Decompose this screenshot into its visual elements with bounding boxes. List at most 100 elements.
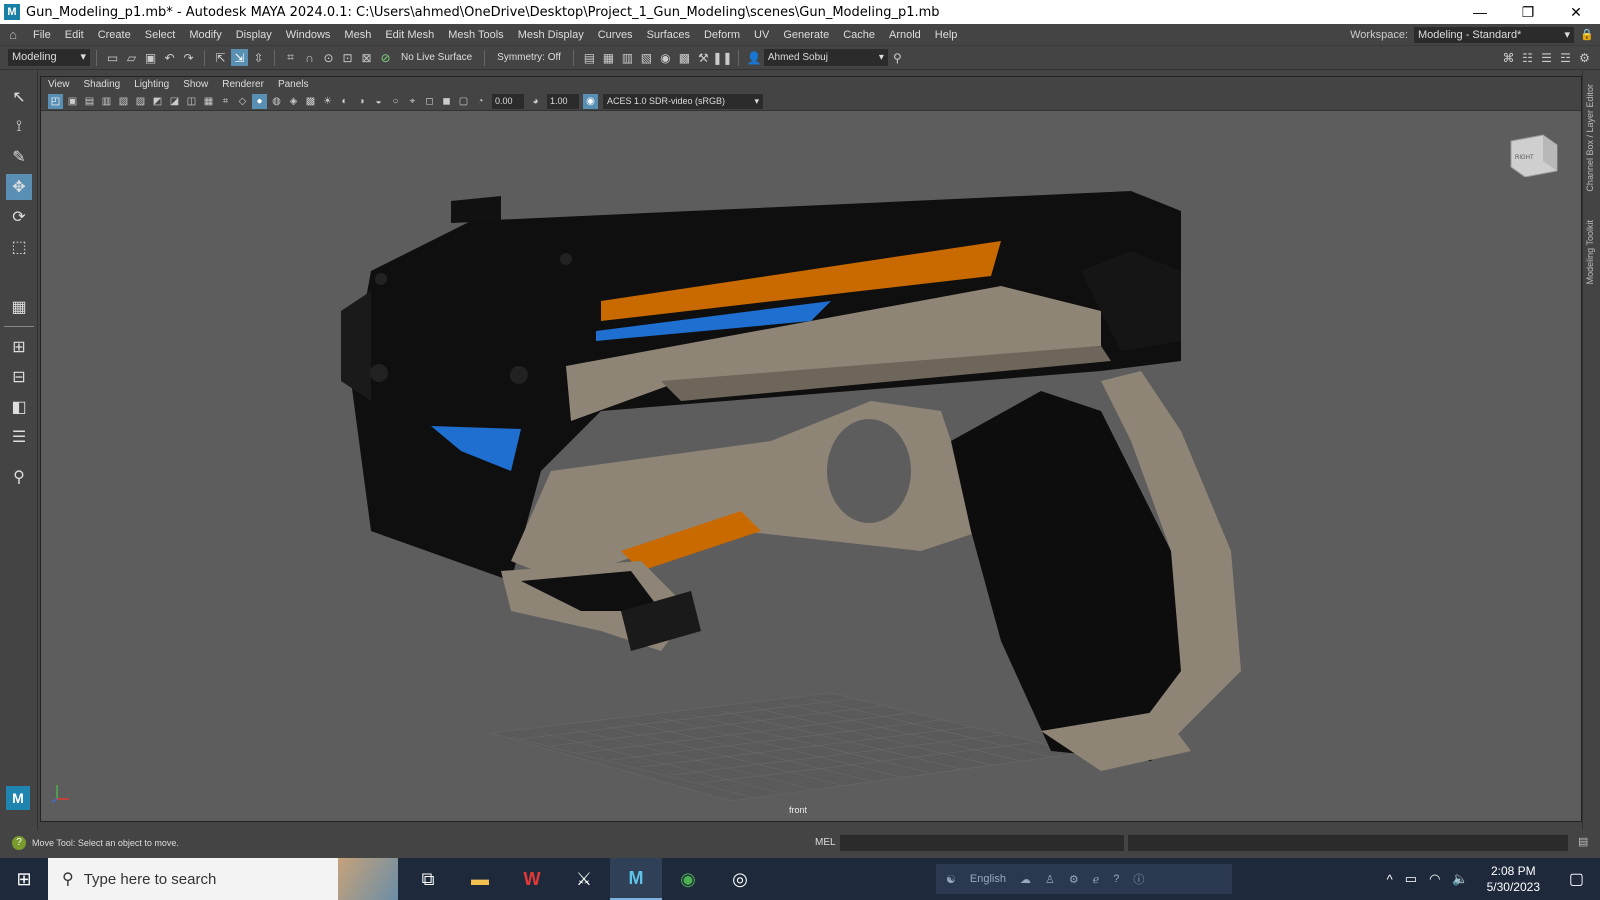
persp-outliner-icon[interactable]: ⊟: [6, 364, 32, 390]
edge-icon[interactable]: ℯ: [1093, 873, 1100, 886]
volume-icon[interactable]: 🔈: [1452, 871, 1468, 887]
minimize-icon[interactable]: —: [1456, 0, 1504, 24]
menu-select[interactable]: Select: [138, 29, 183, 41]
grid-toggle-icon[interactable]: ⌗: [218, 94, 233, 109]
shadows-icon[interactable]: ◐: [337, 94, 352, 109]
lasso-tool-icon[interactable]: ⟟: [6, 114, 32, 140]
menu-help[interactable]: Help: [928, 29, 965, 41]
cloud-icon[interactable]: ☁: [1020, 873, 1031, 886]
arnold-render-icon[interactable]: ▩: [676, 49, 693, 66]
snap-surface-icon[interactable]: ⊠: [358, 49, 375, 66]
outliner-toggle-icon[interactable]: ⚙: [1576, 49, 1593, 66]
menu-mesh-tools[interactable]: Mesh Tools: [441, 29, 510, 41]
menu-deform[interactable]: Deform: [697, 29, 747, 41]
menu-edit[interactable]: Edit: [58, 29, 91, 41]
menu-mesh-display[interactable]: Mesh Display: [511, 29, 591, 41]
menu-arnold[interactable]: Arnold: [882, 29, 928, 41]
render-stop-icon[interactable]: ⚒: [695, 49, 712, 66]
undo-icon[interactable]: ↶: [161, 49, 178, 66]
gate-mask-icon[interactable]: ◩: [150, 94, 165, 109]
obs-icon[interactable]: ◎: [714, 858, 766, 900]
chrome-icon[interactable]: ◉: [662, 858, 714, 900]
panel-menu-panels[interactable]: Panels: [271, 79, 316, 90]
open-scene-icon[interactable]: ▱: [123, 49, 140, 66]
persp-graph-icon[interactable]: ◧: [6, 394, 32, 420]
panel-menu-shading[interactable]: Shading: [77, 79, 128, 90]
isolate-select-icon[interactable]: ⌖: [405, 94, 420, 109]
menu-generate[interactable]: Generate: [776, 29, 836, 41]
snap-live-icon[interactable]: ⊘: [377, 49, 394, 66]
info-icon[interactable]: ⓘ: [1133, 871, 1144, 887]
move-tool-icon[interactable]: ✥: [6, 174, 32, 200]
view-transform-dropdown[interactable]: ACES 1.0 SDR-video (sRGB): [603, 93, 763, 109]
menu-modify[interactable]: Modify: [182, 29, 228, 41]
field-chart-icon[interactable]: ◪: [167, 94, 182, 109]
menu-mesh[interactable]: Mesh: [337, 29, 378, 41]
battery-icon[interactable]: ▭: [1405, 871, 1417, 887]
live-surface-field[interactable]: No Live Surface: [395, 52, 478, 63]
panel-menu-show[interactable]: Show: [176, 79, 215, 90]
save-scene-icon[interactable]: ▣: [142, 49, 159, 66]
script-editor-icon[interactable]: ▤: [1578, 835, 1594, 851]
zbrush-icon[interactable]: ⚔: [558, 858, 610, 900]
menu-cache[interactable]: Cache: [836, 29, 882, 41]
safe-action-icon[interactable]: ◫: [184, 94, 199, 109]
menu-windows[interactable]: Windows: [279, 29, 338, 41]
rotate-tool-icon[interactable]: ⟳: [6, 204, 32, 230]
wifi-icon[interactable]: ◠: [1429, 871, 1440, 887]
panel-menu-renderer[interactable]: Renderer: [215, 79, 271, 90]
tab-modeling-toolkit[interactable]: Modeling Toolkit: [1585, 220, 1595, 284]
hypershade-icon[interactable]: ◉: [657, 49, 674, 66]
taskbar-search[interactable]: ⚲ Type here to search: [48, 858, 398, 900]
pause-icon[interactable]: ❚❚: [712, 49, 732, 66]
menu-uv[interactable]: UV: [747, 29, 776, 41]
default-material-icon[interactable]: ◍: [269, 94, 284, 109]
resolution-gate-icon[interactable]: ▨: [133, 94, 148, 109]
menu-create[interactable]: Create: [91, 29, 138, 41]
single-perspective-icon[interactable]: ▦: [6, 294, 32, 320]
select-hierarchy-icon[interactable]: ⇱: [212, 49, 229, 66]
multisample-icon[interactable]: ○: [388, 94, 403, 109]
help-icon[interactable]: ?: [1113, 873, 1119, 885]
textured-icon[interactable]: ▩: [303, 94, 318, 109]
lock-icon[interactable]: 🔒: [1580, 28, 1594, 41]
file-explorer-icon[interactable]: ▬: [454, 858, 506, 900]
paint-select-icon[interactable]: ✎: [6, 144, 32, 170]
lights-icon[interactable]: ☀: [320, 94, 335, 109]
menu-set-dropdown[interactable]: Modeling: [8, 49, 90, 66]
gamma-field[interactable]: 1.00: [547, 93, 579, 109]
help-search-icon[interactable]: ⚲: [889, 49, 906, 66]
menu-surfaces[interactable]: Surfaces: [640, 29, 697, 41]
command-input[interactable]: [840, 835, 1124, 851]
shirt-icon[interactable]: ♙: [1045, 873, 1055, 886]
image-plane-icon[interactable]: ▥: [99, 94, 114, 109]
panel-menu-view[interactable]: View: [41, 79, 77, 90]
home-icon[interactable]: ⌂: [0, 27, 26, 42]
close-icon[interactable]: ✕: [1552, 0, 1600, 24]
panel-menu-lighting[interactable]: Lighting: [127, 79, 176, 90]
xray-icon[interactable]: ◻: [422, 94, 437, 109]
four-view-icon[interactable]: ⊞: [6, 334, 32, 360]
film-gate-icon[interactable]: ▧: [116, 94, 131, 109]
snap-grid-icon[interactable]: ⌗: [282, 49, 299, 66]
channel-box-icon[interactable]: ☲: [1557, 49, 1574, 66]
settings-icon[interactable]: ⚙: [1069, 873, 1079, 886]
wireframe-on-shaded-icon[interactable]: ◈: [286, 94, 301, 109]
tab-channel-box[interactable]: Channel Box / Layer Editor: [1585, 84, 1595, 192]
notification-icon[interactable]: ▢: [1569, 869, 1584, 889]
exposure-field[interactable]: 0.00: [492, 93, 524, 109]
restore-icon[interactable]: ❐: [1504, 0, 1552, 24]
language-indicator[interactable]: English: [970, 873, 1006, 885]
tool-settings-icon[interactable]: ☰: [1538, 49, 1555, 66]
windows-start-icon[interactable]: ⊞: [0, 858, 48, 900]
snap-curve-icon[interactable]: ∩: [301, 49, 318, 66]
chevron-up-icon[interactable]: ^: [1387, 872, 1393, 887]
select-camera-icon[interactable]: ◰: [48, 93, 63, 109]
smooth-shade-icon[interactable]: ●: [252, 93, 267, 109]
toolbar-app-icon[interactable]: ☯: [946, 873, 956, 886]
render-settings-icon[interactable]: ▧: [638, 49, 655, 66]
wireframe-icon[interactable]: ◇: [235, 94, 250, 109]
select-object-icon[interactable]: ⇲: [231, 49, 248, 66]
menu-curves[interactable]: Curves: [591, 29, 640, 41]
scale-tool-icon[interactable]: ⬚: [6, 234, 32, 260]
